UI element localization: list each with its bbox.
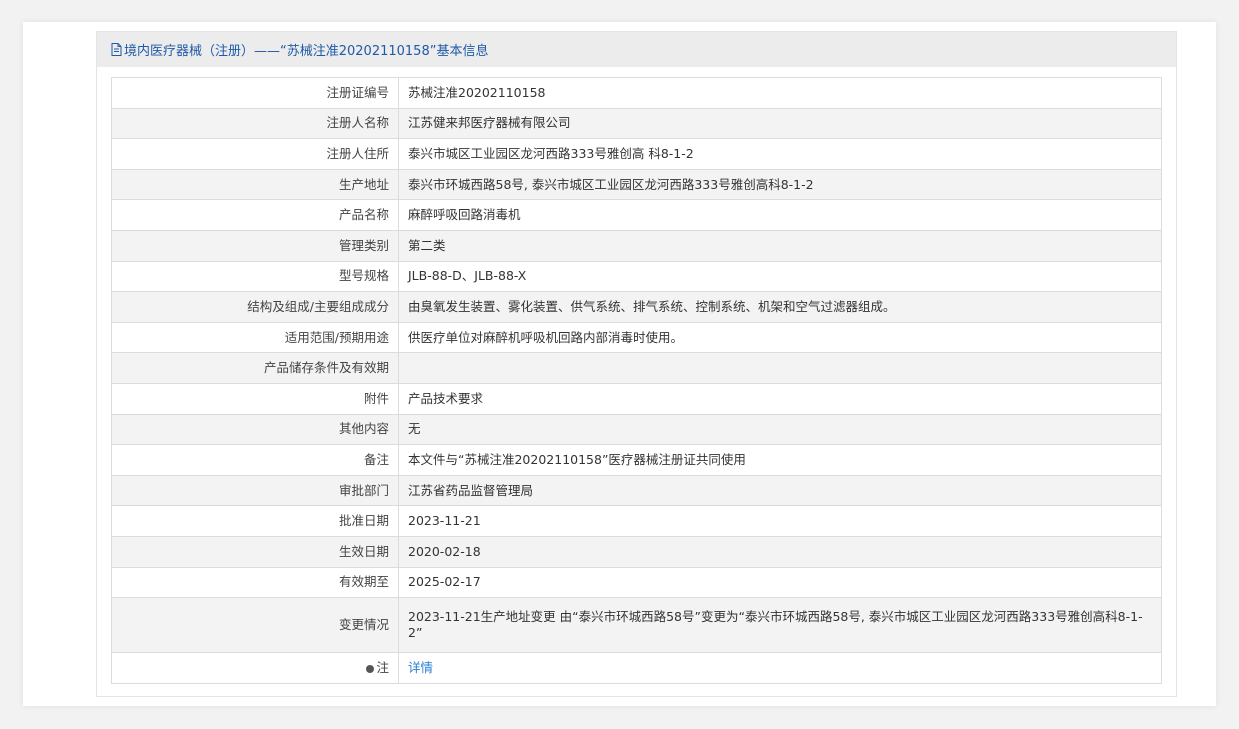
table-row: 变更情况 2023-11-21生产地址变更 由“泰兴市环城西路58号”变更为“泰… (111, 597, 1162, 654)
row-value: 江苏健来邦医疗器械有限公司 (398, 107, 1162, 140)
row-value: 2023-11-21生产地址变更 由“泰兴市环城西路58号”变更为“泰兴市环城西… (398, 597, 1162, 654)
info-dot-icon (366, 664, 375, 673)
table-row: 批准日期 2023-11-21 (111, 505, 1162, 537)
row-value: 本文件与“苏械注准20202110158”医疗器械注册证共同使用 (398, 444, 1162, 476)
note-label: 注 (376, 659, 389, 675)
row-label: 批准日期 (111, 505, 399, 537)
table-row: 产品储存条件及有效期 (111, 352, 1162, 384)
row-label: 结构及组成/主要组成成分 (111, 291, 399, 323)
row-value: 由臭氧发生装置、雾化装置、供气系统、排气系统、控制系统、机架和空气过滤器组成。 (398, 291, 1162, 323)
row-value: 第二类 (398, 229, 1162, 262)
row-value: 无 (398, 413, 1162, 446)
table-row: 产品名称 麻醉呼吸回路消毒机 (111, 199, 1162, 231)
document-icon (111, 43, 122, 56)
row-label: 适用范围/预期用途 (111, 321, 399, 354)
page-title: 境内医疗器械（注册）——“苏械注准20202110158”基本信息 (124, 44, 489, 59)
table-row: 有效期至 2025-02-17 (111, 566, 1162, 599)
row-label: 变更情况 (111, 597, 399, 654)
row-value: 泰兴市城区工业园区龙河西路333号雅创高 科8-1-2 (398, 138, 1162, 170)
table-row: 附件 产品技术要求 (111, 382, 1162, 415)
table-row: 注册证编号 苏械注准20202110158 (111, 77, 1162, 109)
table-row: 备注 本文件与“苏械注准20202110158”医疗器械注册证共同使用 (111, 444, 1162, 476)
row-value: 麻醉呼吸回路消毒机 (398, 199, 1162, 231)
row-value: 供医疗单位对麻醉机呼吸机回路内部消毒时使用。 (398, 321, 1162, 354)
row-label: 生效日期 (111, 535, 399, 568)
note-value-cell: 详情 (398, 652, 1162, 684)
panel-header: 境内医疗器械（注册）——“苏械注准20202110158”基本信息 (97, 32, 1176, 67)
row-value: 泰兴市环城西路58号, 泰兴市城区工业园区龙河西路333号雅创高科8-1-2 (398, 168, 1162, 201)
row-label: 型号规格 (111, 260, 399, 293)
row-label: 注册人名称 (111, 107, 399, 140)
row-value (398, 352, 1162, 384)
row-label: 审批部门 (111, 474, 399, 507)
row-value: 2023-11-21 (398, 505, 1162, 537)
row-label: 其他内容 (111, 413, 399, 446)
table-row: 生产地址 泰兴市环城西路58号, 泰兴市城区工业园区龙河西路333号雅创高科8-… (111, 168, 1162, 201)
info-table: 注册证编号 苏械注准20202110158 注册人名称 江苏健来邦医疗器械有限公… (111, 77, 1162, 684)
row-label: 注册人住所 (111, 138, 399, 170)
row-label: 管理类别 (111, 229, 399, 262)
table-row-note: 注 详情 (111, 652, 1162, 684)
row-label: 产品储存条件及有效期 (111, 352, 399, 384)
table-row: 适用范围/预期用途 供医疗单位对麻醉机呼吸机回路内部消毒时使用。 (111, 321, 1162, 354)
note-label-cell: 注 (111, 652, 399, 684)
row-label: 有效期至 (111, 566, 399, 599)
row-value: JLB-88-D、JLB-88-X (398, 260, 1162, 293)
row-value: 2020-02-18 (398, 535, 1162, 568)
row-label: 备注 (111, 444, 399, 476)
row-value: 苏械注准20202110158 (398, 77, 1162, 109)
table-row: 注册人名称 江苏健来邦医疗器械有限公司 (111, 107, 1162, 140)
row-value: 江苏省药品监督管理局 (398, 474, 1162, 507)
page-container: 境内医疗器械（注册）——“苏械注准20202110158”基本信息 注册证编号 … (23, 22, 1216, 706)
table-row: 生效日期 2020-02-18 (111, 535, 1162, 568)
row-value: 2025-02-17 (398, 566, 1162, 599)
table-row: 其他内容 无 (111, 413, 1162, 446)
row-label: 生产地址 (111, 168, 399, 201)
table-row: 结构及组成/主要组成成分 由臭氧发生装置、雾化装置、供气系统、排气系统、控制系统… (111, 291, 1162, 323)
details-link[interactable]: 详情 (408, 660, 433, 675)
table-row: 审批部门 江苏省药品监督管理局 (111, 474, 1162, 507)
table-row: 注册人住所 泰兴市城区工业园区龙河西路333号雅创高 科8-1-2 (111, 138, 1162, 170)
info-panel: 境内医疗器械（注册）——“苏械注准20202110158”基本信息 注册证编号 … (96, 31, 1177, 697)
row-label: 产品名称 (111, 199, 399, 231)
row-label: 注册证编号 (111, 77, 399, 109)
row-label: 附件 (111, 382, 399, 415)
row-value: 产品技术要求 (398, 382, 1162, 415)
table-row: 管理类别 第二类 (111, 229, 1162, 262)
table-row: 型号规格 JLB-88-D、JLB-88-X (111, 260, 1162, 293)
